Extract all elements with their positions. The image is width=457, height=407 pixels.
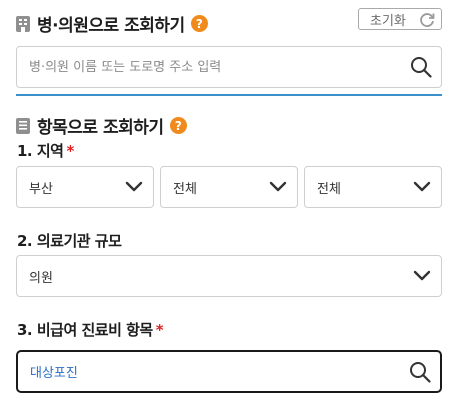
item-search-box[interactable] [16,350,442,393]
building-icon [16,15,30,32]
required-mark: * [66,142,74,160]
chevron-down-icon [413,270,431,281]
list-icon [16,117,30,134]
item-search-input[interactable] [30,364,410,379]
refresh-icon [420,13,435,27]
region-label: 1. 지역 * [17,142,74,160]
name-search-title-text: 병·의원으로 조회하기 [37,16,185,36]
search-icon[interactable] [409,361,431,383]
reset-label: 초기화 [370,13,406,29]
item-label: 3. 비급여 진료비 항목 * [17,321,164,339]
item-search-title-text: 항목으로 조회하기 [37,118,164,138]
help-icon[interactable]: ? [169,117,187,134]
required-mark: * [155,321,164,339]
chevron-down-icon [125,181,143,192]
chevron-down-icon [413,181,431,192]
chevron-down-icon [269,181,287,192]
search-icon[interactable] [410,56,432,78]
region-city-select[interactable]: 전체 [160,166,298,208]
item-search-title: 항목으로 조회하기 ? [16,113,187,138]
region-province-select[interactable]: 부산 [16,166,154,208]
name-search-input[interactable] [29,59,409,75]
help-icon[interactable]: ? [190,15,208,32]
region-district-select[interactable]: 전체 [304,166,442,208]
name-search-title: 병·의원으로 조회하기 ? [16,11,208,36]
scale-select[interactable]: 의원 [16,255,442,297]
scale-label: 2. 의료기관 규모 [17,232,122,250]
name-search-box[interactable] [16,46,442,88]
reset-button[interactable]: 초기화 [358,8,442,30]
section-divider [16,94,442,96]
